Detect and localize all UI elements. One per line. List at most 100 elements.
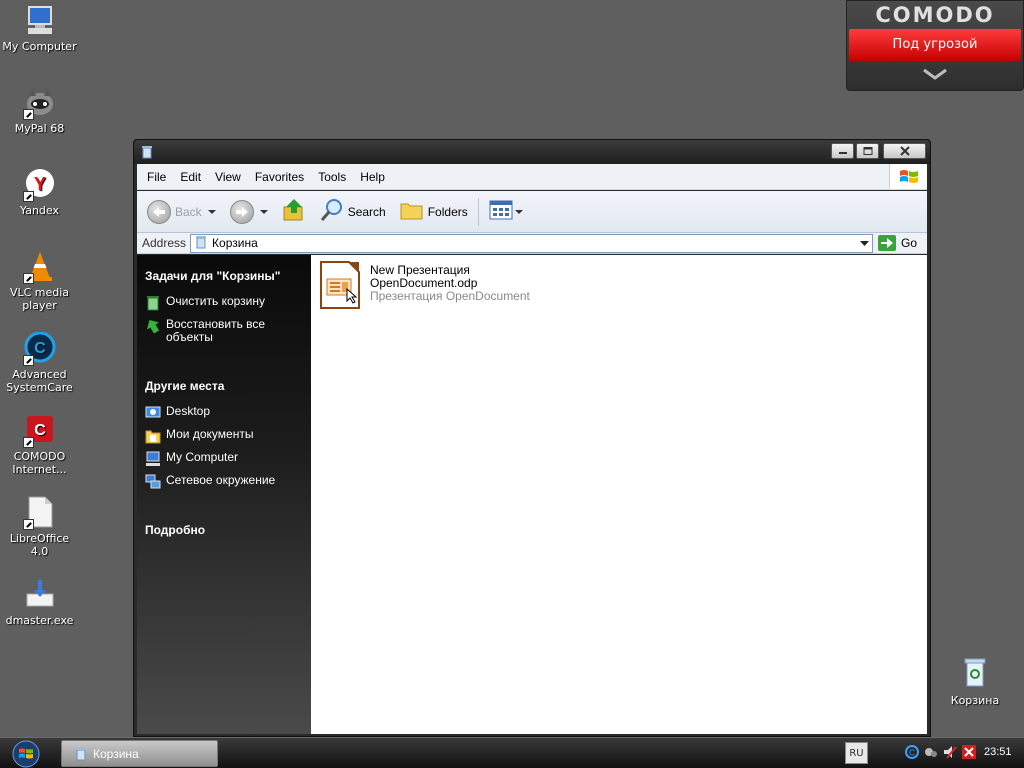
go-arrow-icon — [878, 235, 897, 251]
tp-item-label: Desktop — [166, 404, 211, 418]
download-icon — [23, 578, 57, 612]
file-item[interactable]: New Презентация OpenDocument.odp Презент… — [319, 261, 530, 309]
tp-item-label: Сетевое окружение — [166, 473, 276, 487]
tp-item-label: Очистить корзину — [166, 294, 265, 308]
forward-arrow-icon — [229, 199, 254, 224]
desktop-icon-comodo[interactable]: C COMODO Internet... — [0, 414, 79, 476]
recycle-bin-icon — [74, 747, 88, 761]
desktop-icon-yandex[interactable]: Y Yandex — [0, 168, 79, 217]
menu-file[interactable]: File — [137, 170, 173, 184]
details-header[interactable]: Подробно — [145, 497, 303, 549]
empty-recycle-bin-link[interactable]: Очистить корзину — [145, 295, 303, 311]
folders-button[interactable]: Folders — [396, 196, 472, 228]
tasks-header: Задачи для "Корзины" — [145, 269, 281, 283]
my-computer-icon — [23, 4, 57, 38]
taskbar-window-button[interactable]: Корзина — [61, 740, 218, 767]
folders-icon — [400, 199, 424, 224]
svg-text:C: C — [34, 340, 46, 357]
desktop-icon-label: LibreOffice 4.0 — [9, 532, 70, 558]
views-button[interactable] — [485, 196, 533, 228]
place-network-link[interactable]: Сетевое окружение — [145, 474, 303, 490]
address-dropdown-icon[interactable] — [857, 235, 872, 252]
vlc-cone-icon — [22, 250, 57, 284]
close-button[interactable] — [883, 143, 926, 159]
comodo-brand: COMODO — [875, 3, 995, 27]
mypal-icon — [22, 86, 57, 120]
shortcut-arrow-icon — [22, 519, 34, 530]
address-label: Address — [142, 236, 187, 250]
menu-view[interactable]: View — [208, 170, 248, 184]
libreoffice-icon — [22, 496, 57, 530]
desktop-icon-label: COMODO Internet... — [12, 450, 67, 476]
svg-text:C: C — [34, 422, 46, 439]
desktop-icon-label: My Computer — [2, 40, 77, 53]
network-tray-icon[interactable] — [924, 745, 938, 759]
documents-icon — [145, 428, 161, 444]
minimize-button[interactable] — [831, 143, 854, 159]
impress-presentation-icon — [319, 261, 361, 309]
desktop-icon-mypal[interactable]: MyPal 68 — [0, 86, 79, 135]
views-dropdown-icon[interactable] — [514, 209, 523, 214]
explorer-window[interactable]: File Edit View Favorites Tools Help Back — [133, 139, 931, 737]
task-pane: Задачи для "Корзины" Очистить корзину Во… — [137, 255, 311, 734]
desktop-icon-vlc[interactable]: VLC media player — [0, 250, 79, 312]
title-bar[interactable] — [134, 140, 930, 164]
network-icon — [145, 474, 161, 490]
restore-icon — [145, 318, 161, 334]
search-label: Search — [347, 204, 386, 219]
views-grid-icon — [489, 200, 513, 223]
place-my-computer-link[interactable]: My Computer — [145, 451, 303, 467]
go-button[interactable]: Go — [878, 235, 917, 251]
menu-bar: File Edit View Favorites Tools Help — [137, 164, 927, 190]
shortcut-arrow-icon — [22, 355, 34, 366]
place-my-documents-link[interactable]: Мои документы — [145, 428, 303, 444]
menu-edit[interactable]: Edit — [173, 170, 208, 184]
desktop-icon-label: Advanced SystemCare — [6, 368, 73, 394]
advanced-systemcare-icon: C — [22, 331, 57, 366]
forward-dropdown-icon[interactable] — [259, 209, 268, 214]
language-indicator[interactable]: RU — [845, 742, 868, 764]
restore-all-link[interactable]: Восстановить все объекты — [145, 318, 303, 344]
desktop-icon-advanced-systemcare[interactable]: C Advanced SystemCare — [0, 331, 79, 394]
windows-logo-icon — [889, 164, 927, 189]
menu-favorites[interactable]: Favorites — [248, 170, 311, 184]
up-folder-icon — [282, 198, 306, 225]
recycle-bin-icon — [140, 145, 154, 159]
shortcut-arrow-icon — [22, 273, 34, 284]
tp-item-label: Восстановить все объекты — [166, 317, 266, 344]
menu-tools[interactable]: Tools — [311, 170, 353, 184]
address-value: Корзина — [212, 236, 258, 250]
menu-help[interactable]: Help — [353, 170, 392, 184]
file-list-area[interactable]: New Презентация OpenDocument.odp Презент… — [311, 255, 927, 734]
chevron-down-icon[interactable] — [847, 61, 1023, 87]
back-arrow-icon — [147, 199, 171, 224]
svg-text:Y: Y — [33, 174, 45, 194]
place-desktop-link[interactable]: Desktop — [145, 405, 303, 421]
maximize-button[interactable] — [856, 143, 879, 159]
places-header: Другие места — [145, 379, 225, 393]
search-icon — [320, 198, 344, 225]
forward-button[interactable] — [226, 196, 278, 228]
desktop-icon-label: MyPal 68 — [14, 122, 65, 135]
close-red-tray-icon[interactable] — [962, 745, 976, 759]
desktop-icon-libreoffice[interactable]: LibreOffice 4.0 — [0, 496, 79, 558]
back-label: Back — [175, 204, 202, 219]
start-button[interactable] — [6, 740, 46, 768]
back-button[interactable]: Back — [143, 196, 226, 228]
speaker-tray-icon[interactable] — [943, 745, 957, 759]
address-field[interactable]: Корзина — [190, 233, 874, 253]
comodo-widget[interactable]: COMODO Под угрозой — [846, 0, 1024, 91]
desktop-icon-dmaster[interactable]: dmaster.exe — [0, 578, 79, 627]
shortcut-arrow-icon — [22, 191, 34, 202]
desktop-icon-my-computer[interactable]: My Computer — [0, 4, 79, 53]
comodo-tray-icon[interactable]: C — [905, 745, 919, 759]
back-dropdown-icon[interactable] — [207, 209, 216, 214]
search-button[interactable]: Search — [316, 196, 390, 228]
folders-label: Folders — [427, 204, 468, 219]
up-folder-button[interactable] — [278, 196, 310, 228]
comodo-status-button[interactable]: Под угрозой — [849, 29, 1021, 61]
recycle-bin-icon — [960, 656, 990, 691]
clock[interactable]: 23:51 — [984, 746, 1012, 758]
desktop-icon-recycle-bin[interactable]: Корзина — [944, 656, 1006, 707]
tp-item-label: Мои документы — [166, 427, 254, 441]
